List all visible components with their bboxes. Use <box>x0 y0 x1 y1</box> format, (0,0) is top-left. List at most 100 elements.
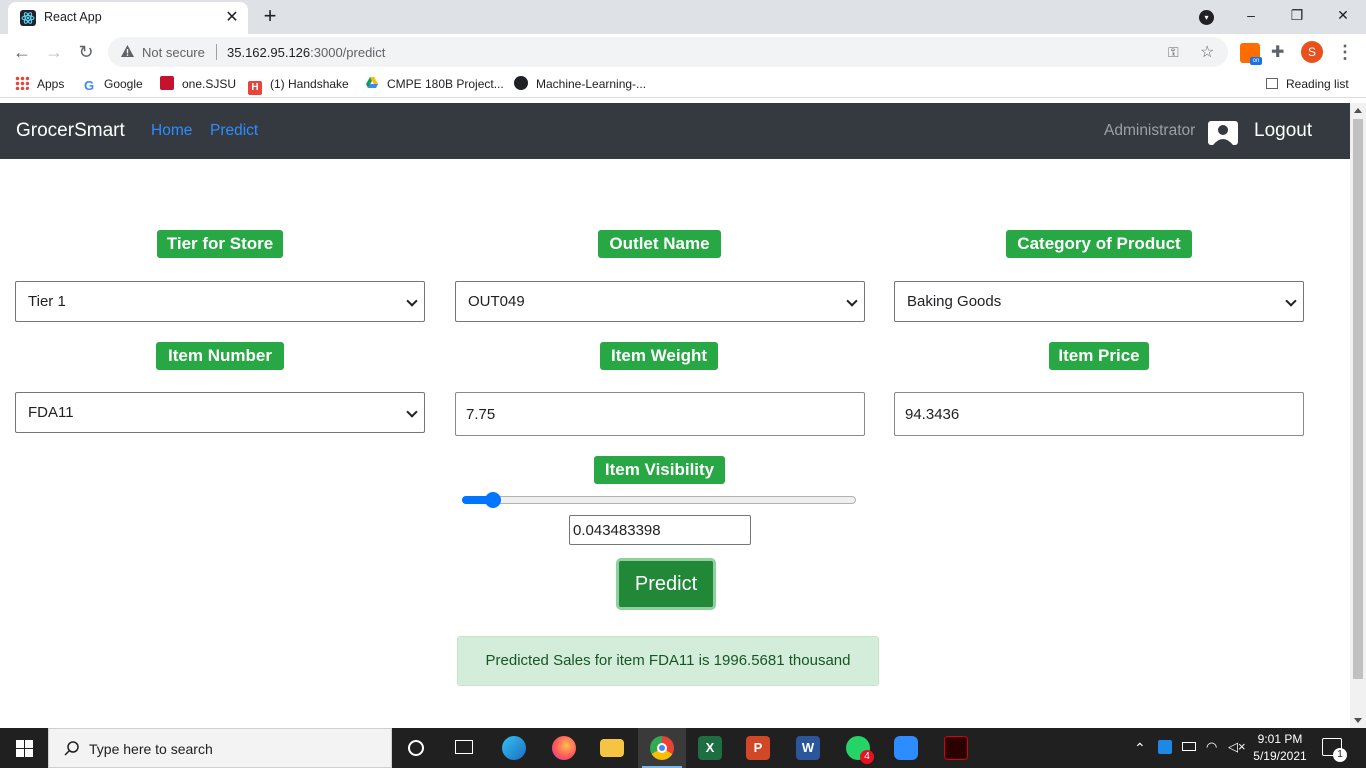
bookmark-machine-learning[interactable]: Machine-Learning-... <box>514 76 646 92</box>
warning-triangle-icon <box>121 45 134 57</box>
scroll-down-icon[interactable] <box>1354 718 1362 723</box>
scroll-thumb[interactable] <box>1353 119 1363 679</box>
tray-app-icon[interactable] <box>1158 740 1172 768</box>
clock-date: 5/19/2021 <box>1253 749 1307 763</box>
nav-home-link[interactable]: Home <box>151 122 192 140</box>
chevron-down-icon <box>1285 295 1297 307</box>
whatsapp-badge: 4 <box>860 750 874 764</box>
item-price-label: Item Price <box>1049 342 1149 370</box>
tab-search-icon[interactable]: ▾ <box>1199 10 1214 25</box>
close-window-button[interactable]: ✕ <box>1328 4 1358 26</box>
tier-select[interactable]: Tier 1 <box>15 281 425 322</box>
predict-button[interactable]: Predict <box>616 558 716 610</box>
bookmark-sjsu[interactable]: one.SJSU <box>160 76 236 92</box>
tier-label: Tier for Store <box>157 230 283 258</box>
tab-close-icon[interactable]: ✕ <box>222 8 242 28</box>
bookmarks-bar: Apps G Google one.SJSU H (1) Handshake CMP… <box>0 70 1366 98</box>
google-drive-icon <box>365 76 379 90</box>
taskbar-clock[interactable]: 9:01 PM 5/19/2021 <box>1249 731 1311 765</box>
item-number-label: Item Number <box>156 342 284 370</box>
reading-list-icon <box>1266 78 1278 89</box>
cortana-icon[interactable] <box>392 728 440 768</box>
file-explorer-icon[interactable] <box>588 728 636 768</box>
extensions-puzzle-icon[interactable]: ✚ <box>1271 42 1291 62</box>
visibility-slider-thumb[interactable] <box>484 492 501 508</box>
browser-tab[interactable]: React App ✕ <box>8 2 248 34</box>
nav-predict-link[interactable]: Predict <box>210 122 258 140</box>
user-name: Administrator <box>1104 122 1196 139</box>
prediction-result-alert: Predicted Sales for item FDA11 is 1996.5… <box>457 636 879 686</box>
page-viewport: GrocerSmart Home Predict Administrator L… <box>0 103 1350 728</box>
bookmark-cmpe[interactable]: CMPE 180B Project... <box>365 76 504 92</box>
task-view-icon[interactable] <box>440 728 488 768</box>
taskbar-search[interactable]: Type here to search <box>48 728 392 768</box>
user-avatar-icon <box>1208 121 1238 145</box>
wifi-icon[interactable]: ◠ <box>1206 739 1217 768</box>
key-icon[interactable]: ⚿ <box>1168 44 1179 61</box>
excel-icon[interactable]: X <box>686 728 734 768</box>
scroll-up-icon[interactable] <box>1354 108 1362 113</box>
visibility-input[interactable]: 0.043483398 <box>569 515 751 545</box>
page-scrollbar[interactable] <box>1350 103 1366 728</box>
forward-arrow-icon[interactable]: → <box>42 40 66 64</box>
notification-badge: 1 <box>1333 748 1347 762</box>
clock-time: 9:01 PM <box>1257 732 1303 746</box>
edge-icon[interactable] <box>490 728 538 768</box>
search-icon <box>64 741 79 756</box>
category-label: Category of Product <box>1006 230 1192 258</box>
app-navbar: GrocerSmart Home Predict Administrator L… <box>0 103 1350 159</box>
profile-avatar[interactable]: S <box>1301 41 1323 63</box>
search-placeholder: Type here to search <box>89 741 213 757</box>
reading-list-button[interactable]: Reading list <box>1266 76 1349 92</box>
restore-button[interactable]: ❐ <box>1282 4 1312 26</box>
security-status[interactable]: Not secure <box>142 45 205 60</box>
logout-link[interactable]: Logout <box>1254 120 1312 142</box>
visibility-value: 0.043483398 <box>573 522 661 539</box>
firefox-icon[interactable] <box>540 728 588 768</box>
browser-tab-strip: React App ✕ + ▾ – ❐ ✕ <box>0 0 1366 34</box>
bookmark-google[interactable]: G Google <box>82 76 143 93</box>
volume-muted-icon[interactable]: ◁× <box>1228 739 1246 768</box>
item-weight-label: Item Weight <box>600 342 718 370</box>
battery-icon[interactable] <box>1182 742 1196 768</box>
powerpoint-icon[interactable]: P <box>734 728 782 768</box>
extension-on-icon[interactable]: on <box>1240 43 1262 65</box>
whatsapp-icon[interactable]: 4 <box>834 728 882 768</box>
word-icon[interactable]: W <box>784 728 832 768</box>
item-weight-value: 7.75 <box>466 406 496 423</box>
url-text[interactable]: 35.162.95.126:3000/predict <box>227 45 385 60</box>
reload-icon[interactable]: ↻ <box>74 40 98 64</box>
back-arrow-icon[interactable]: ← <box>10 40 34 64</box>
item-visibility-label: Item Visibility <box>594 456 725 484</box>
show-hidden-icons-icon[interactable]: ⌃ <box>1134 740 1146 768</box>
sjsu-icon <box>160 76 174 90</box>
category-select[interactable]: Baking Goods <box>894 281 1304 322</box>
chevron-down-icon <box>406 406 418 418</box>
item-number-select[interactable]: FDA11 <box>15 392 425 433</box>
item-price-value: 94.3436 <box>905 406 960 423</box>
bookmark-handshake[interactable]: H (1) Handshake <box>248 76 349 95</box>
browser-menu-icon[interactable]: ⋮ <box>1336 40 1354 64</box>
outlet-select[interactable]: OUT049 <box>455 281 865 322</box>
outlet-label: Outlet Name <box>598 230 721 258</box>
google-icon: G <box>83 78 95 93</box>
windows-start-icon[interactable] <box>16 740 33 757</box>
brand-link[interactable]: GrocerSmart <box>16 120 125 142</box>
chevron-down-icon <box>846 295 858 307</box>
apps-grid-icon <box>15 76 29 90</box>
minimize-button[interactable]: – <box>1236 4 1266 26</box>
bookmark-apps[interactable]: Apps <box>15 76 64 92</box>
item-number-select-value: FDA11 <box>28 404 74 421</box>
chrome-taskbar-icon[interactable] <box>638 728 686 768</box>
address-bar[interactable]: Not secure 35.162.95.126:3000/predict ⚿ … <box>108 37 1228 67</box>
acrobat-icon[interactable] <box>932 728 980 768</box>
new-tab-button[interactable]: + <box>258 4 282 28</box>
item-weight-input[interactable]: 7.75 <box>455 392 865 436</box>
category-select-value: Baking Goods <box>907 293 1002 310</box>
zoom-icon[interactable] <box>882 728 930 768</box>
windows-taskbar: Type here to search X P W 4 ⌃ ◠ ◁× 9:01 … <box>0 728 1366 768</box>
item-price-input[interactable]: 94.3436 <box>894 392 1304 436</box>
browser-toolbar: ← → ↻ Not secure 35.162.95.126:3000/pred… <box>0 34 1366 70</box>
bookmark-star-icon[interactable]: ☆ <box>1200 42 1214 62</box>
visibility-slider[interactable] <box>462 496 856 504</box>
